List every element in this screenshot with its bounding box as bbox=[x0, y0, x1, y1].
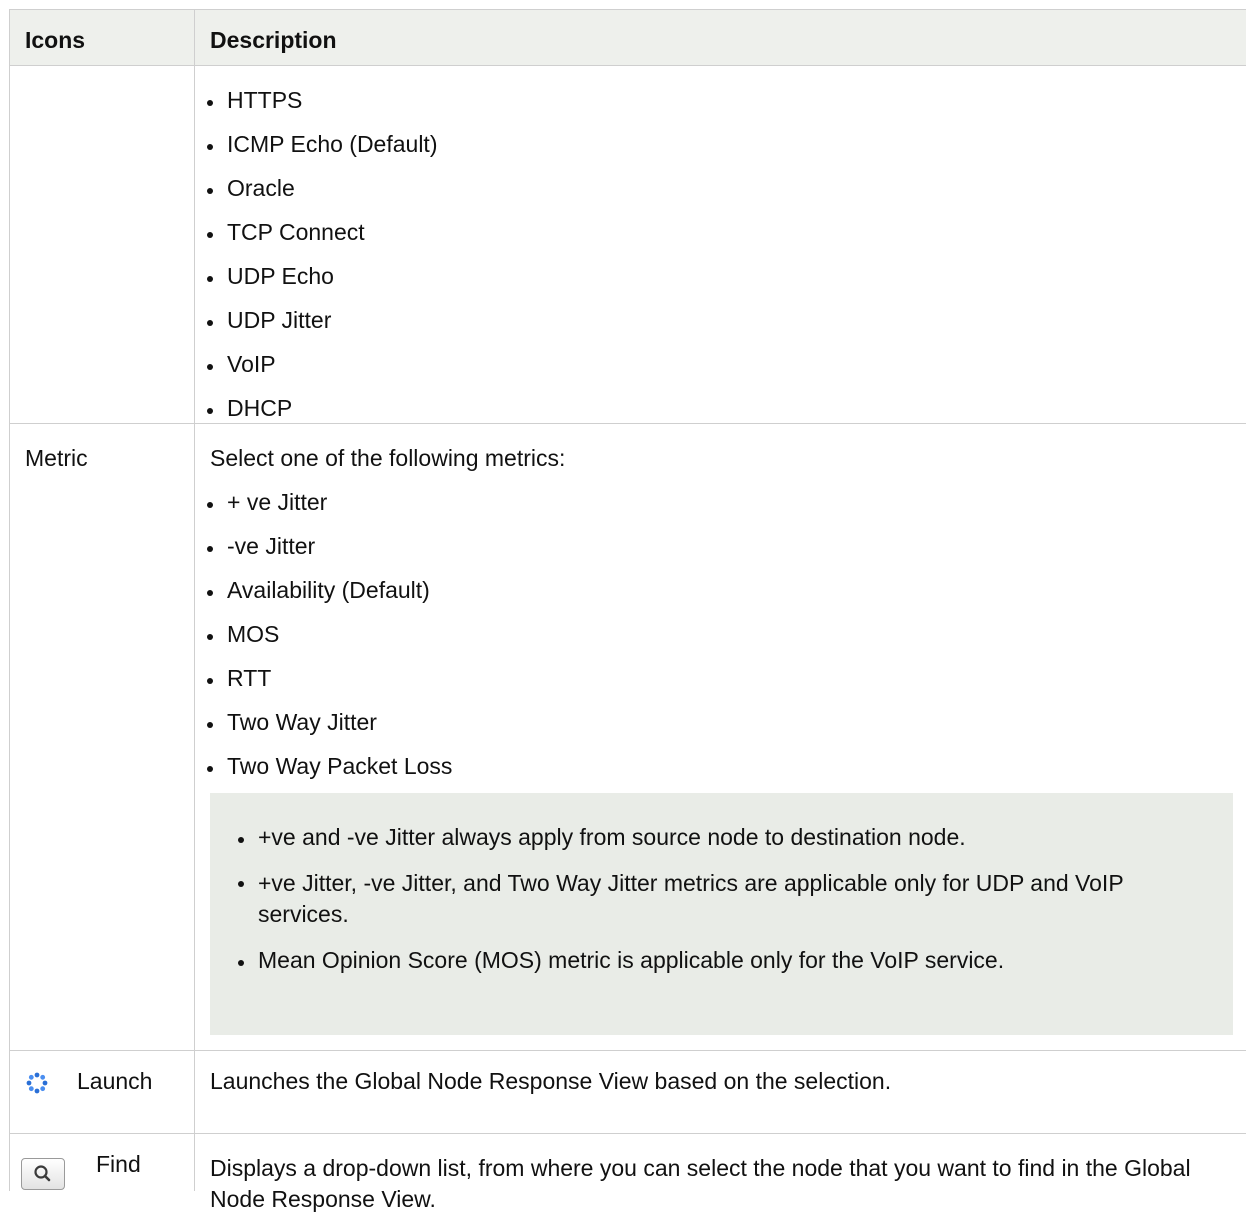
list-item: Availability (Default) bbox=[195, 577, 452, 604]
list-item: Two Way Packet Loss bbox=[195, 753, 452, 780]
service-description-cell: HTTPS ICMP Echo (Default) Oracle TCP Con… bbox=[195, 66, 1246, 424]
list-item: + ve Jitter bbox=[195, 489, 452, 516]
launch-label: Launch bbox=[77, 1068, 152, 1095]
table-row-service: HTTPS ICMP Echo (Default) Oracle TCP Con… bbox=[10, 66, 1246, 424]
header-description: Description bbox=[195, 10, 1246, 66]
launch-gear-icon[interactable] bbox=[26, 1072, 48, 1094]
list-item: Two Way Jitter bbox=[195, 709, 452, 736]
icons-description-table: Icons Description HTTPS ICMP Echo (Defau… bbox=[9, 9, 1246, 1191]
list-item: UDP Echo bbox=[195, 263, 437, 290]
launch-description: Launches the Global Node Response View b… bbox=[210, 1068, 891, 1095]
metric-label-cell: Metric bbox=[10, 424, 195, 1051]
table-row-launch: Launch Launches the Global Node Response… bbox=[10, 1051, 1246, 1134]
find-label: Find bbox=[96, 1151, 141, 1178]
metric-intro: Select one of the following metrics: bbox=[210, 445, 565, 472]
table-row-find: Find Displays a drop-down list, from whe… bbox=[10, 1134, 1246, 1191]
list-item: UDP Jitter bbox=[195, 307, 437, 334]
note-box: +ve and -ve Jitter always apply from sou… bbox=[210, 793, 1233, 1035]
note-item: Mean Opinion Score (MOS) metric is appli… bbox=[226, 947, 1186, 974]
service-list: HTTPS ICMP Echo (Default) Oracle TCP Con… bbox=[195, 87, 437, 422]
list-item: RTT bbox=[195, 665, 452, 692]
header-icons: Icons bbox=[10, 10, 195, 66]
find-description: Displays a drop-down list, from where yo… bbox=[210, 1153, 1230, 1215]
list-item: TCP Connect bbox=[195, 219, 437, 246]
list-item: MOS bbox=[195, 621, 452, 648]
list-item: -ve Jitter bbox=[195, 533, 452, 560]
list-item: VoIP bbox=[195, 351, 437, 378]
magnifier-icon bbox=[22, 1159, 64, 1189]
list-item: HTTPS bbox=[195, 87, 437, 114]
note-list: +ve and -ve Jitter always apply from sou… bbox=[226, 824, 1186, 974]
table-row-metric: Metric Select one of the following metri… bbox=[10, 424, 1246, 1051]
note-item: +ve and -ve Jitter always apply from sou… bbox=[226, 824, 1186, 851]
find-description-cell: Displays a drop-down list, from where yo… bbox=[195, 1134, 1246, 1191]
metric-list: + ve Jitter -ve Jitter Availability (Def… bbox=[195, 489, 452, 780]
table-header-row: Icons Description bbox=[10, 10, 1246, 66]
list-item: ICMP Echo (Default) bbox=[195, 131, 437, 158]
launch-description-cell: Launches the Global Node Response View b… bbox=[195, 1051, 1246, 1134]
note-item: +ve Jitter, -ve Jitter, and Two Way Jitt… bbox=[226, 868, 1186, 930]
find-icon-cell: Find bbox=[10, 1134, 195, 1191]
metric-label: Metric bbox=[25, 445, 88, 472]
service-icon-cell bbox=[10, 66, 195, 424]
list-item: Oracle bbox=[195, 175, 437, 202]
list-item: DHCP bbox=[195, 395, 437, 422]
launch-icon-cell: Launch bbox=[10, 1051, 195, 1134]
find-button[interactable] bbox=[21, 1158, 65, 1190]
metric-description-cell: Select one of the following metrics: + v… bbox=[195, 424, 1246, 1051]
